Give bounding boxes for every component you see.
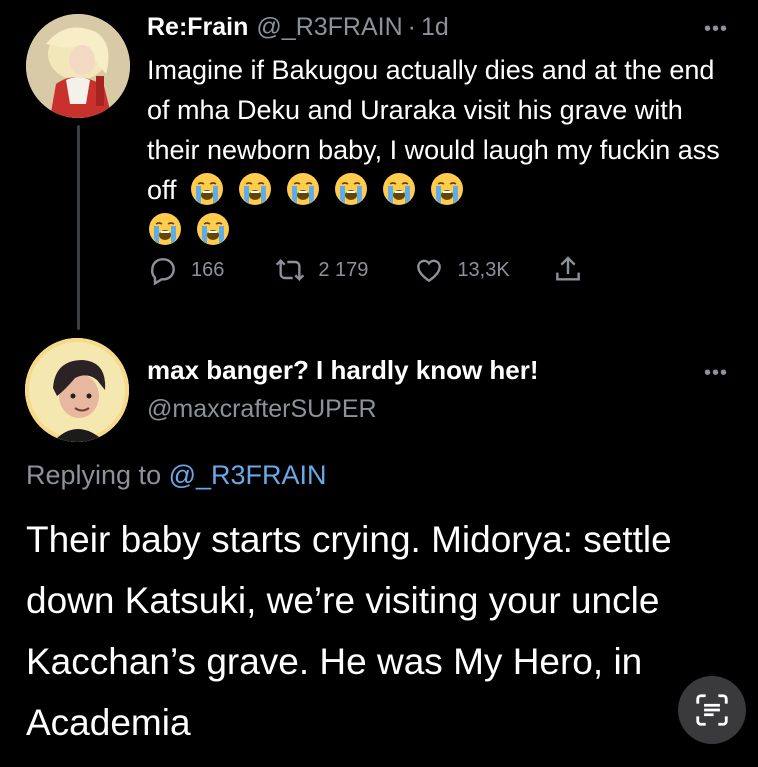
tweet-original[interactable]: Re:Frain @_R3FRAIN · 1d Imagine if Bakug…: [147, 10, 747, 250]
replying-to-handle[interactable]: @_R3FRAIN: [169, 460, 327, 490]
loudly-crying-face-icon: [149, 213, 181, 245]
like-icon: [417, 259, 442, 283]
author-name[interactable]: max banger? I hardly know her!: [147, 355, 539, 386]
text-scan-icon: [696, 694, 728, 726]
retweet-count: 2 179: [318, 258, 369, 281]
share-icon: [555, 256, 580, 281]
replying-to: Replying to @_R3FRAIN: [26, 460, 327, 491]
timestamp[interactable]: 1d: [421, 10, 449, 44]
avatar[interactable]: [26, 14, 130, 118]
reply-icon: [151, 258, 175, 286]
retweet-icon: [276, 258, 305, 282]
like-button[interactable]: 13,3K: [413, 254, 510, 286]
thread-connector-line: [77, 125, 80, 330]
loudly-crying-face-icon: [286, 173, 319, 205]
tweet-actions: 166 2 179 13,3K: [147, 254, 596, 286]
reply-count: 166: [191, 258, 225, 281]
share-button[interactable]: [552, 254, 596, 286]
author-name[interactable]: Re:Frain: [147, 10, 248, 44]
emoji-group: [177, 173, 465, 205]
author-handle[interactable]: @maxcrafterSUPER: [147, 395, 377, 424]
author-handle[interactable]: @_R3FRAIN: [256, 10, 402, 44]
like-count: 13,3K: [457, 258, 510, 281]
more-options-icon[interactable]: •••: [704, 18, 728, 41]
retweet-button[interactable]: 2 179: [274, 254, 368, 286]
reply-button[interactable]: 166: [147, 254, 224, 286]
separator-dot: ·: [407, 13, 416, 41]
emoji-group-2: [147, 210, 742, 250]
loudly-crying-face-icon: [382, 173, 415, 205]
loudly-crying-face-icon: [197, 213, 229, 245]
loudly-crying-face-icon: [334, 173, 367, 205]
avatar[interactable]: [25, 338, 129, 442]
loudly-crying-face-icon: [238, 173, 271, 205]
tweet-header: Re:Frain @_R3FRAIN · 1d: [147, 10, 747, 44]
loudly-crying-face-icon: [190, 173, 223, 205]
tweet-text: Imagine if Bakugou actually dies and at …: [147, 50, 742, 250]
loudly-crying-face-icon: [430, 173, 463, 205]
tweet-text: Their baby starts crying. Midorya: settl…: [26, 519, 672, 743]
replying-to-label: Replying to: [26, 460, 162, 490]
more-options-icon[interactable]: •••: [704, 362, 728, 385]
text-scan-button[interactable]: [678, 676, 746, 744]
